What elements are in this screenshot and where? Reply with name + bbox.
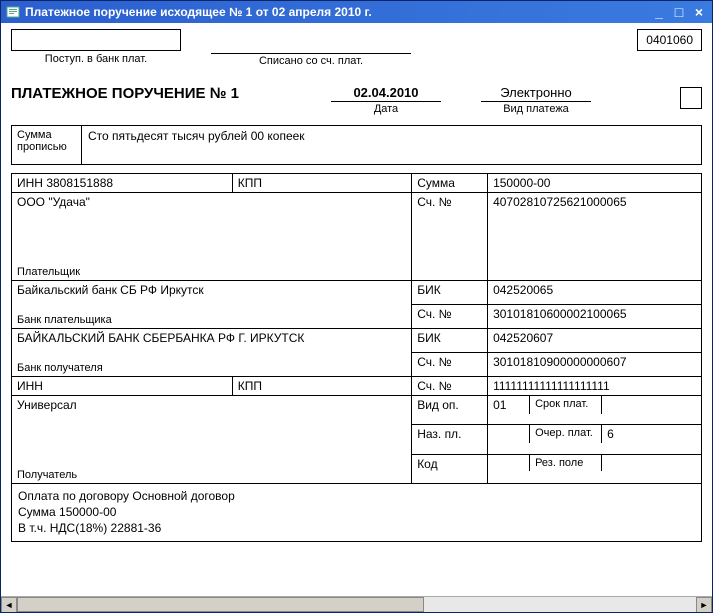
rez-value bbox=[602, 455, 701, 471]
document: Поступ. в банк плат. Списано со сч. плат… bbox=[1, 23, 712, 546]
bank-in-box bbox=[11, 29, 181, 51]
rcpt-block-label: Получатель bbox=[17, 469, 77, 481]
payer-kpp-label: КПП bbox=[238, 176, 262, 190]
bank-in-label: Поступ. в банк плат. bbox=[45, 53, 147, 65]
purpose-line-2: Сумма 150000-00 bbox=[18, 504, 695, 520]
document-viewport: Поступ. в банк плат. Списано со сч. плат… bbox=[1, 23, 712, 612]
scroll-thumb[interactable] bbox=[17, 597, 424, 612]
payer-bank-block-label: Банк плательщика bbox=[17, 314, 112, 326]
paytype-label: Вид платежа bbox=[503, 103, 569, 115]
written-off-label: Списано со сч. плат. bbox=[211, 53, 411, 67]
paytype-value: Электронно bbox=[481, 85, 591, 102]
scroll-track[interactable] bbox=[17, 597, 696, 612]
rcpt-bank-name: БАЙКАЛЬСКИЙ БАНК СБЕРБАНКА РФ Г. ИРКУТСК bbox=[17, 331, 406, 345]
rcpt-bank-bik: 042520607 bbox=[493, 331, 553, 345]
payer-inn-label: ИНН bbox=[17, 176, 43, 190]
rcpt-acct-label: Сч. № bbox=[417, 379, 451, 393]
window-title: Платежное поручение исходящее № 1 от 02 … bbox=[25, 5, 648, 19]
rcpt-bank-bik-label: БИК bbox=[417, 331, 441, 345]
vidop-label: Вид оп. bbox=[417, 398, 459, 412]
payment-purpose: Оплата по договору Основной договор Сумм… bbox=[11, 484, 702, 542]
maximize-button[interactable]: □ bbox=[670, 4, 688, 20]
purpose-line-1: Оплата по договору Основной договор bbox=[18, 488, 695, 504]
amount-value: 150000-00 bbox=[493, 176, 550, 190]
vidop-value: 01 bbox=[488, 396, 530, 414]
rcpt-bank-acct-label: Сч. № bbox=[417, 355, 451, 369]
rcpt-name: Универсал bbox=[17, 398, 406, 412]
rcpt-inn-label: ИНН bbox=[17, 379, 43, 393]
payer-name: ООО "Удача" bbox=[17, 195, 406, 209]
srok-value bbox=[602, 396, 701, 414]
amount-label: Сумма bbox=[417, 176, 455, 190]
payer-bank-acct-label: Сч. № bbox=[417, 307, 451, 321]
scroll-left-button[interactable]: ◄ bbox=[1, 597, 17, 612]
payer-bank-name: Байкальский банк СБ РФ Иркутск bbox=[17, 283, 406, 297]
rcpt-acct: 11111111111111111111 bbox=[493, 379, 610, 393]
ocher-label: Очер. плат. bbox=[530, 425, 602, 443]
purpose-line-3: В т.ч. НДС(18%) 22881-36 bbox=[18, 520, 695, 536]
payer-acct-label: Сч. № bbox=[417, 195, 451, 209]
amount-words-label: Сумма прописью bbox=[12, 126, 82, 164]
payer-bank-bik: 042520065 bbox=[493, 283, 553, 297]
date-label: Дата bbox=[374, 103, 398, 115]
payer-bank-bik-label: БИК bbox=[417, 283, 441, 297]
document-title: ПЛАТЕЖНОЕ ПОРУЧЕНИЕ № 1 bbox=[11, 85, 311, 102]
kod-label: Код bbox=[417, 457, 437, 471]
form-code: 0401060 bbox=[637, 29, 702, 51]
rez-label: Рез. поле bbox=[530, 455, 602, 471]
titlebar[interactable]: Платежное поручение исходящее № 1 от 02 … bbox=[1, 1, 712, 23]
rcpt-bank-block-label: Банк получателя bbox=[17, 362, 103, 374]
date-value: 02.04.2010 bbox=[331, 85, 441, 102]
rcpt-kpp-label: КПП bbox=[238, 379, 262, 393]
nazpl-label: Наз. пл. bbox=[417, 427, 461, 441]
nazpl-value bbox=[488, 425, 530, 443]
ocher-value: 6 bbox=[602, 425, 701, 443]
payer-acct: 40702810725621000065 bbox=[493, 195, 626, 209]
status-box bbox=[680, 87, 702, 109]
payer-bank-acct: 30101810600002100065 bbox=[493, 307, 626, 321]
payer-block-label: Плательщик bbox=[17, 266, 80, 278]
kod-value bbox=[488, 455, 530, 471]
scroll-right-button[interactable]: ► bbox=[696, 597, 712, 612]
srok-label: Срок плат. bbox=[530, 396, 602, 414]
payer-inn: 3808151888 bbox=[46, 176, 113, 190]
rcpt-bank-acct: 30101810900000000607 bbox=[493, 355, 626, 369]
close-button[interactable]: × bbox=[690, 4, 708, 20]
app-icon bbox=[5, 4, 21, 20]
window: Платежное поручение исходящее № 1 от 02 … bbox=[0, 0, 713, 613]
horizontal-scrollbar[interactable]: ◄ ► bbox=[1, 596, 712, 612]
minimize-button[interactable]: _ bbox=[650, 4, 668, 20]
amount-words-value: Сто пятьдесят тысяч рублей 00 копеек bbox=[82, 126, 701, 164]
